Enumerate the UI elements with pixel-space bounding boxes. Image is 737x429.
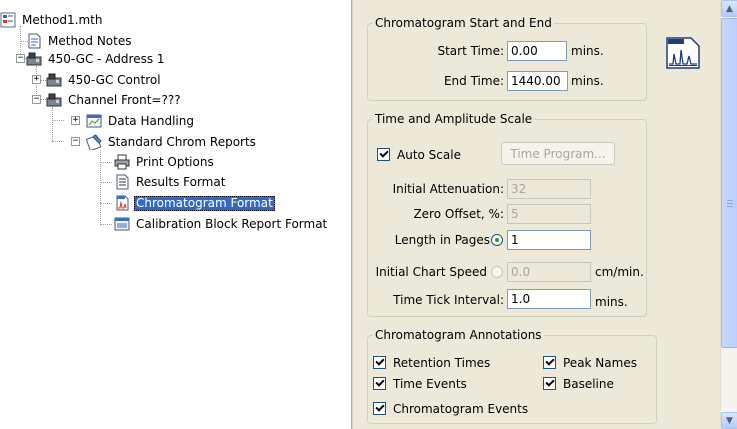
time-program-button[interactable]: Time Program... — [501, 142, 615, 165]
tree-line — [52, 107, 53, 141]
grip-line — [727, 200, 733, 201]
time-events-label: Time Events — [393, 377, 467, 391]
baseline-label: Baseline — [563, 377, 614, 391]
length-in-pages-radio[interactable] — [491, 234, 503, 246]
tree-item-label: Results Format — [136, 174, 226, 189]
time-tick-interval-input[interactable] — [507, 289, 591, 309]
tree-item-gc-control[interactable]: 450-GC Control — [46, 71, 163, 89]
length-in-pages-input[interactable] — [507, 230, 591, 250]
calibration-report-icon — [114, 217, 130, 231]
tree-item-data-handling[interactable]: Data Handling — [86, 112, 196, 130]
tree-item-label: Data Handling — [108, 113, 194, 128]
end-time-unit: mins. — [571, 74, 604, 88]
grip-line — [727, 203, 733, 204]
scroll-down-button[interactable]: ▼ — [721, 412, 737, 429]
tree-item-method-file[interactable]: Method1.mth — [0, 11, 104, 29]
initial-attenuation-input[interactable] — [507, 179, 591, 199]
chart-speed-radio[interactable] — [491, 266, 503, 278]
tree-item-method-notes[interactable]: Method Notes — [26, 32, 133, 50]
scroll-up-button[interactable]: ▲ — [721, 0, 737, 17]
tree-line — [100, 162, 112, 163]
gc-instrument-icon — [26, 52, 42, 66]
tree-item-label: 450-GC - Address 1 — [48, 51, 165, 66]
time-tick-interval-unit: mins. — [595, 295, 628, 309]
tree-item-print-options[interactable]: Print Options — [114, 153, 216, 171]
method-tree[interactable]: − + − + − Method1.mth Method Notes 450-G… — [0, 0, 352, 429]
initial-attenuation-label: Initial Attenuation: — [392, 182, 504, 196]
chromatogram-format-panel: Chromatogram Start and End Start Time: m… — [352, 0, 720, 429]
end-time-input[interactable] — [507, 71, 568, 91]
chevron-up-icon: ▲ — [726, 3, 733, 14]
printer-icon — [114, 154, 130, 170]
chromatogram-document-icon — [116, 195, 129, 211]
chevron-down-icon: ▼ — [726, 415, 733, 426]
notes-document-icon — [28, 33, 41, 49]
retention-times-checkbox[interactable] — [373, 356, 386, 369]
chromatogram-events-label: Chromatogram Events — [393, 402, 529, 416]
chart-speed-input[interactable] — [507, 262, 591, 282]
collapse-channel-toggle[interactable]: − — [32, 95, 41, 104]
retention-times-label: Retention Times — [393, 356, 491, 370]
tree-item-label: Chromatogram Format — [134, 195, 275, 211]
expand-gc-control-toggle[interactable]: + — [32, 75, 41, 84]
time-tick-interval-label: Time Tick Interval: — [393, 293, 504, 307]
gc-instrument-icon — [46, 73, 62, 87]
gc-instrument-icon — [46, 93, 62, 107]
tree-item-label: Calibration Block Report Format — [136, 216, 328, 231]
group-title: Chromatogram Annotations — [375, 328, 542, 342]
tree-item-label: Print Options — [136, 154, 214, 169]
grip-line — [727, 206, 733, 207]
tree-item-std-reports[interactable]: Standard Chrom Reports — [86, 133, 258, 151]
tree-item-channel[interactable]: Channel Front=??? — [46, 91, 183, 109]
tree-item-label: Method Notes — [48, 33, 132, 48]
tree-item-calibration-block[interactable]: Calibration Block Report Format — [114, 215, 329, 233]
results-document-icon — [116, 174, 129, 190]
tree-line — [52, 141, 64, 142]
baseline-checkbox[interactable] — [543, 377, 556, 390]
peak-names-checkbox[interactable] — [543, 356, 556, 369]
end-time-label: End Time: — [443, 74, 504, 88]
method-file-icon — [0, 12, 16, 28]
tree-line — [100, 203, 112, 204]
length-in-pages-label: Length in Pages — [394, 233, 490, 247]
tree-line — [100, 182, 112, 183]
tree-item-address[interactable]: 450-GC - Address 1 — [26, 50, 167, 68]
peak-names-label: Peak Names — [563, 356, 637, 370]
group-title: Time and Amplitude Scale — [375, 112, 533, 126]
reports-icon — [86, 134, 102, 150]
tree-item-results-format[interactable]: Results Format — [114, 173, 227, 191]
collapse-address-toggle[interactable]: − — [16, 54, 25, 63]
start-time-input[interactable] — [507, 41, 567, 61]
zero-offset-input[interactable] — [507, 204, 591, 224]
tree-item-label: 450-GC Control — [68, 72, 161, 87]
scroll-thumb[interactable] — [721, 18, 737, 348]
zero-offset-label: Zero Offset, %: — [413, 207, 504, 221]
time-events-checkbox[interactable] — [373, 377, 386, 390]
chromatogram-events-checkbox[interactable] — [373, 402, 386, 415]
tree-line — [52, 120, 64, 121]
chart-speed-unit: cm/min. — [595, 265, 644, 279]
tree-item-chromatogram-format[interactable]: Chromatogram Format — [114, 194, 275, 212]
tree-line — [100, 224, 112, 225]
group-title: Chromatogram Start and End — [375, 16, 552, 30]
expand-data-handling-toggle[interactable]: + — [71, 116, 80, 125]
collapse-std-reports-toggle[interactable]: − — [71, 137, 80, 146]
tree-item-label: Channel Front=??? — [68, 92, 181, 107]
tree-item-label: Standard Chrom Reports — [108, 134, 256, 149]
data-handling-icon — [86, 114, 102, 128]
auto-scale-checkbox[interactable] — [377, 148, 390, 161]
auto-scale-label: Auto Scale — [397, 148, 461, 162]
start-time-unit: mins. — [571, 44, 604, 58]
vertical-scrollbar[interactable]: ▲ ▼ — [720, 0, 737, 429]
tree-item-label: Method1.mth — [22, 12, 103, 27]
start-time-label: Start Time: — [437, 44, 504, 58]
chart-speed-label: Initial Chart Speed — [375, 265, 487, 279]
chromatogram-preview-icon[interactable] — [665, 36, 701, 70]
